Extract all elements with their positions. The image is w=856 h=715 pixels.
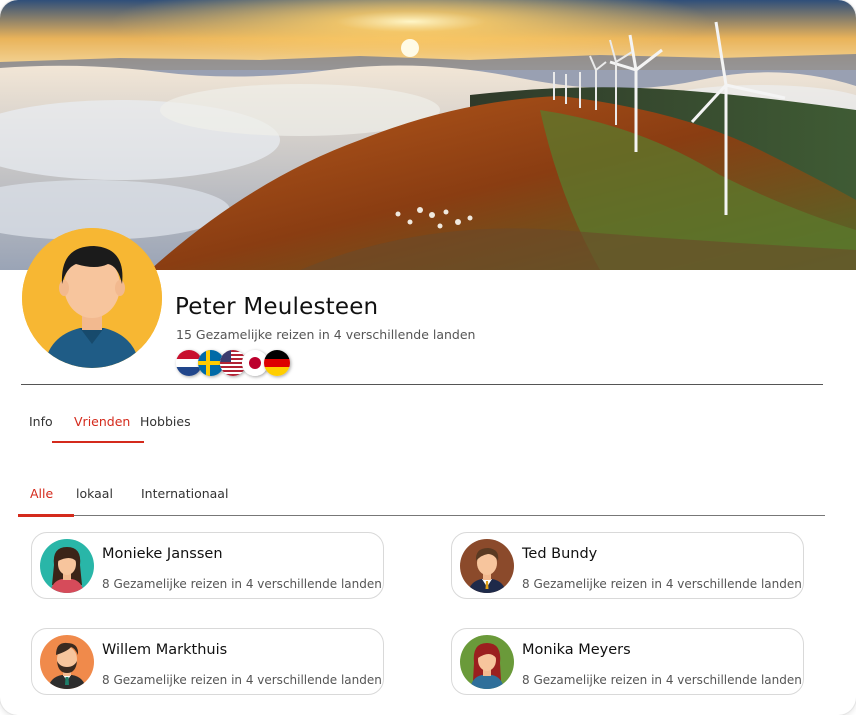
friend-name: Monika Meyers [522,642,631,658]
female-avatar-icon [40,539,94,593]
germany-flag-icon [264,350,290,376]
friend-card[interactable]: Ted Bundy 8 Gezamelijke reizen in 4 vers… [451,532,804,599]
profile-avatar [22,228,162,368]
subtab-internationaal[interactable]: Internationaal [141,486,228,501]
active-subtab-indicator [18,514,74,517]
male-avatar-icon [22,228,162,368]
friend-subtitle: 8 Gezamelijke reizen in 4 verschillende … [522,673,802,687]
country-flags [176,350,290,376]
friend-avatar [40,539,94,593]
friend-avatar [460,539,514,593]
subtab-lokaal[interactable]: lokaal [76,486,113,501]
subtab-divider [18,515,825,516]
profile-card: Peter Meulesteen 15 Gezamelijke reizen i… [0,0,856,715]
bearded-male-avatar-icon [40,635,94,689]
tab-vrienden[interactable]: Vrienden [74,414,130,429]
friend-subtitle: 8 Gezamelijke reizen in 4 verschillende … [102,577,382,591]
tab-info[interactable]: Info [29,414,53,429]
friend-avatar [460,635,514,689]
profile-divider [21,384,823,385]
friend-name: Monieke Janssen [102,546,223,562]
redhead-female-avatar-icon [460,635,514,689]
friend-card[interactable]: Monieke Janssen 8 Gezamelijke reizen in … [31,532,384,599]
friend-card[interactable]: Willem Markthuis 8 Gezamelijke reizen in… [31,628,384,695]
subtab-alle[interactable]: Alle [30,486,53,501]
friend-avatar [40,635,94,689]
profile-name: Peter Meulesteen [175,294,379,320]
friend-subtitle: 8 Gezamelijke reizen in 4 verschillende … [102,673,382,687]
cover-image [0,0,856,270]
friend-name: Ted Bundy [522,546,598,562]
tab-hobbies[interactable]: Hobbies [140,414,191,429]
profile-subtitle: 15 Gezamelijke reizen in 4 verschillende… [176,327,476,342]
active-tab-indicator [52,441,144,443]
friend-name: Willem Markthuis [102,642,228,658]
friend-subtitle: 8 Gezamelijke reizen in 4 verschillende … [522,577,802,591]
male-avatar-icon [460,539,514,593]
friend-card[interactable]: Monika Meyers 8 Gezamelijke reizen in 4 … [451,628,804,695]
